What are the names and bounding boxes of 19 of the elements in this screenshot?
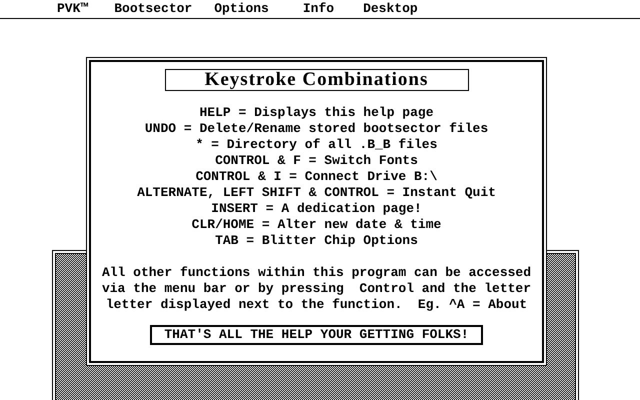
shortcut-line: CONTROL & F = Switch Fonts <box>215 153 418 169</box>
shortcut-line: * = Directory of all .B_B files <box>196 137 438 153</box>
menu-item[interactable]: Options <box>212 1 271 17</box>
menu-item[interactable]: Bootsector <box>112 1 194 17</box>
ok-button[interactable]: THAT'S ALL THE HELP YOUR GETTING FOLKS! <box>150 325 483 345</box>
note-line: All other functions within this program can be accessed <box>102 265 532 281</box>
dialog-title: Keystroke Combinations <box>164 69 468 91</box>
menu-item[interactable]: Info <box>300 1 336 17</box>
note-line: letter displayed next to the function. Eg. ^A = About <box>106 297 528 313</box>
menu-item[interactable]: Desktop <box>361 1 420 17</box>
shortcut-line: ALTERNATE, LEFT SHIFT & CONTROL = Instant Quit <box>137 185 496 201</box>
shortcut-line: UNDO = Delete/Rename stored bootsector files <box>144 121 488 137</box>
shortcut-line: CLR/HOME = Alter new date & time <box>192 217 442 233</box>
shortcut-line: HELP = Displays this help page <box>199 105 434 121</box>
menu-item[interactable]: PVK™ <box>55 1 90 17</box>
shortcut-line: TAB = Blitter Chip Options <box>215 233 418 249</box>
shortcut-line: CONTROL & I = Connect Drive B:\ <box>196 169 438 185</box>
shortcut-line: INSERT = A dedication page! <box>211 201 422 217</box>
note-line: via the menu bar or by pressing Control and the letter <box>102 281 532 297</box>
